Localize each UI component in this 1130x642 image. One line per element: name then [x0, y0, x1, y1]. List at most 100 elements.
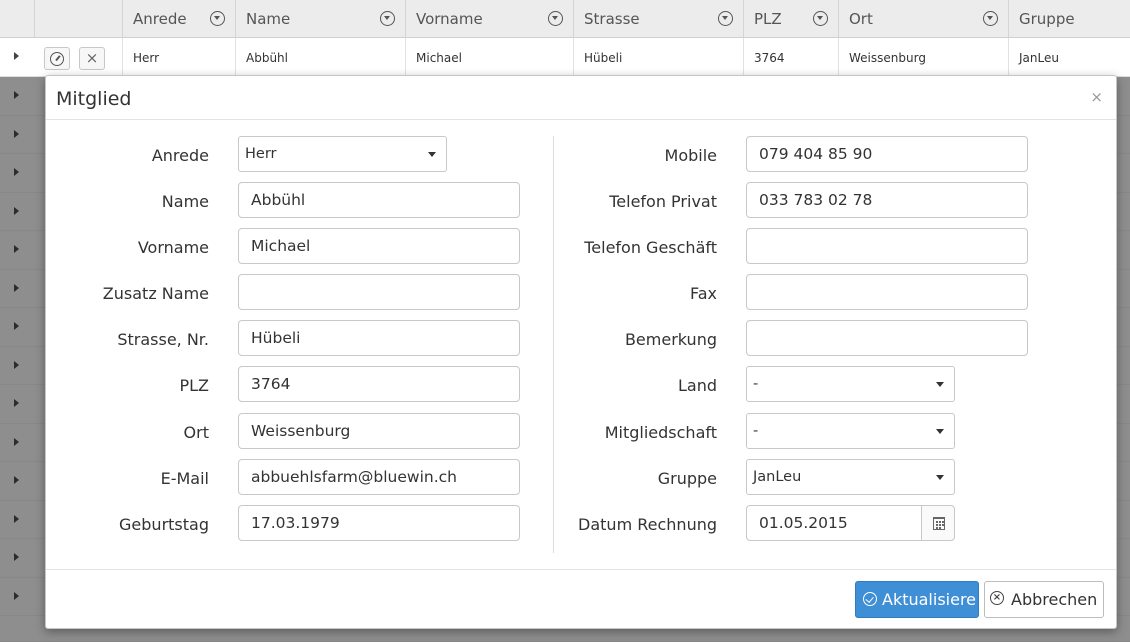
label-datum-rechnung: Datum Rechnung [578, 515, 717, 534]
header-label: Name [246, 10, 291, 28]
header-label: PLZ [754, 10, 782, 28]
close-icon[interactable]: × [1090, 90, 1103, 105]
close-circle-icon: × [990, 591, 1004, 605]
label-mobile: Mobile [664, 146, 717, 165]
delete-row-button[interactable]: × [79, 47, 105, 70]
dialog-footer-divider [46, 569, 1116, 570]
cell-vorname: Michael [405, 38, 573, 76]
label-geburtstag: Geburtstag [119, 515, 209, 534]
header-label: Vorname [416, 10, 483, 28]
filter-icon[interactable] [718, 11, 733, 26]
strasse-field[interactable] [238, 320, 520, 356]
filter-icon[interactable] [210, 11, 225, 26]
zusatz-name-field[interactable] [238, 274, 520, 310]
filter-icon[interactable] [983, 11, 998, 26]
chevron-down-icon [936, 475, 944, 480]
header-label: Strasse [584, 10, 640, 28]
filter-icon[interactable] [813, 11, 828, 26]
header-label: Anrede [133, 10, 187, 28]
geburtstag-field[interactable] [238, 505, 520, 541]
header-anrede[interactable]: Anrede [122, 0, 235, 38]
column-divider [553, 136, 554, 553]
datum-rechnung-picker [746, 505, 955, 541]
label-gruppe: Gruppe [657, 469, 717, 488]
grid-header: Anrede Name Vorname Strasse PLZ Ort Grup… [0, 0, 1130, 38]
expand-row-icon [14, 91, 19, 99]
label-telefon-geschaeft: Telefon Geschäft [584, 238, 717, 257]
datum-rechnung-field[interactable] [746, 505, 922, 541]
update-button[interactable]: Aktualisiere [855, 581, 979, 618]
plz-field[interactable] [238, 366, 520, 402]
vorname-field[interactable] [238, 228, 520, 264]
expand-row-icon [14, 437, 19, 446]
cell-gruppe: JanLeu [1008, 38, 1130, 76]
label-vorname: Vorname [137, 238, 209, 257]
expand-row-icon [14, 591, 19, 600]
land-selected-value: - [753, 376, 759, 392]
cell-strasse: Hübeli [573, 38, 743, 76]
dialog-title: Mitglied [56, 88, 132, 110]
header-name[interactable]: Name [235, 0, 405, 38]
fax-field[interactable] [746, 274, 1028, 310]
update-button-label: Aktualisiere [882, 590, 977, 609]
expand-row-icon [14, 360, 19, 369]
check-circle-icon [863, 592, 877, 606]
edit-row-button[interactable] [44, 47, 70, 70]
expand-row-icon [14, 129, 19, 138]
cancel-button[interactable]: × Abbrechen [984, 581, 1104, 618]
label-strasse: Strasse, Nr. [117, 330, 209, 349]
name-field[interactable] [238, 182, 520, 218]
telefon-geschaeft-field[interactable] [746, 228, 1028, 264]
header-strasse[interactable]: Strasse [573, 0, 743, 38]
label-mitgliedschaft: Mitgliedschaft [604, 423, 717, 442]
anrede-selected-value: Herr [245, 146, 277, 162]
header-expander-column [0, 0, 34, 38]
label-anrede: Anrede [151, 146, 209, 165]
filter-icon[interactable] [548, 11, 563, 26]
calendar-button[interactable] [921, 505, 955, 541]
mitgliedschaft-select[interactable]: - [746, 413, 955, 449]
label-email: E-Mail [160, 469, 209, 488]
expand-row-icon [14, 399, 19, 407]
header-gruppe[interactable]: Gruppe [1008, 0, 1130, 38]
cell-name: Abbühl [235, 38, 405, 76]
header-actions-column [34, 0, 122, 38]
label-plz: PLZ [179, 376, 209, 395]
expand-row-icon [14, 476, 19, 484]
gruppe-select[interactable]: JanLeu [746, 459, 955, 495]
filter-icon[interactable] [380, 11, 395, 26]
telefon-privat-field[interactable] [746, 182, 1028, 218]
label-name: Name [161, 192, 209, 211]
label-bemerkung: Bemerkung [624, 330, 717, 349]
header-label: Ort [849, 10, 873, 28]
header-plz[interactable]: PLZ [743, 0, 838, 38]
expand-row-icon [14, 245, 19, 253]
header-label: Gruppe [1019, 10, 1075, 28]
header-ort[interactable]: Ort [838, 0, 1008, 38]
expand-row-icon [14, 283, 19, 292]
header-vorname[interactable]: Vorname [405, 0, 573, 38]
label-land: Land [677, 376, 717, 395]
land-select[interactable]: - [746, 366, 955, 402]
cell-ort: Weissenburg [838, 38, 1008, 76]
bemerkung-field[interactable] [746, 320, 1028, 356]
dialog-header: Mitglied × [46, 76, 1116, 120]
gruppe-selected-value: JanLeu [753, 469, 802, 485]
cell-plz: 3764 [743, 38, 838, 76]
anrede-select[interactable]: Herr [238, 136, 447, 172]
ort-field[interactable] [238, 413, 520, 449]
table-row[interactable]: × Herr Abbühl Michael Hübeli 3764 Weisse… [0, 38, 1130, 77]
label-zusatz-name: Zusatz Name [102, 284, 209, 303]
expand-row-icon[interactable] [14, 52, 19, 60]
member-dialog: Mitglied × Anrede Herr Name Vorname Zusa… [45, 75, 1117, 629]
calendar-icon [933, 517, 945, 530]
email-field[interactable] [238, 459, 520, 495]
mitgliedschaft-selected-value: - [753, 423, 759, 439]
chevron-down-icon [428, 152, 436, 157]
chevron-down-icon [936, 382, 944, 387]
label-ort: Ort [183, 423, 209, 442]
expand-row-icon [14, 168, 19, 176]
mobile-field[interactable] [746, 136, 1028, 172]
expand-row-icon [14, 514, 19, 523]
expand-row-icon [14, 206, 19, 215]
